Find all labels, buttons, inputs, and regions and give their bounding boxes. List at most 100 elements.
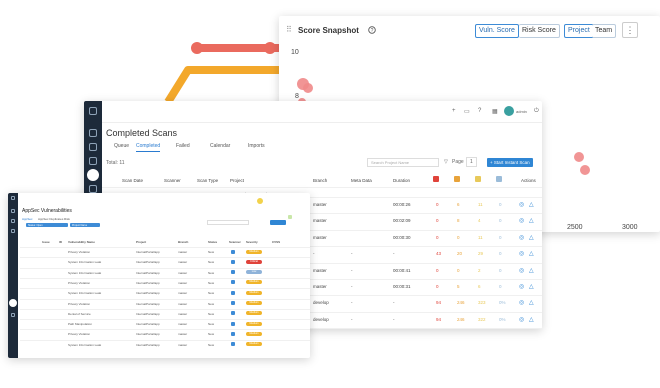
- tab-queue[interactable]: Queue: [114, 143, 129, 149]
- sidebar-icon[interactable]: [11, 229, 15, 233]
- column-header[interactable]: Scanner: [229, 240, 241, 244]
- sidebar-icon[interactable]: [89, 129, 97, 137]
- help-circle-icon[interactable]: ?: [368, 26, 376, 34]
- avatar[interactable]: [257, 198, 263, 204]
- header-divider: [102, 187, 542, 188]
- vuln-name-cell[interactable]: System Information Leak: [68, 260, 101, 264]
- column-header[interactable]: ID: [59, 240, 62, 244]
- vuln-name-cell[interactable]: Privacy Violation: [68, 332, 90, 336]
- column-header[interactable]: Issue: [42, 240, 50, 244]
- view-report-icon[interactable]: ◎: [519, 316, 524, 323]
- warning-icon[interactable]: △: [529, 217, 534, 224]
- view-report-icon[interactable]: ◎: [519, 234, 524, 241]
- warning-icon[interactable]: △: [529, 201, 534, 208]
- page-select[interactable]: 1: [466, 157, 477, 167]
- scanner-icon: [231, 290, 235, 295]
- column-header[interactable]: Status: [208, 240, 217, 244]
- view-report-icon[interactable]: ◎: [519, 283, 524, 290]
- tab-appsec[interactable]: AppSec: [22, 217, 33, 221]
- sidebar-icon-active[interactable]: [87, 169, 99, 181]
- filter-chip[interactable]: Project Name: [70, 223, 100, 227]
- start-instant-scan-button[interactable]: + Start Instant Scan: [487, 158, 533, 167]
- tab-risk[interactable]: Risk: [64, 217, 70, 221]
- column-header[interactable]: CVSS: [272, 240, 280, 244]
- view-report-icon[interactable]: ◎: [519, 250, 524, 257]
- row-divider: [20, 247, 310, 248]
- sidebar-icon[interactable]: [89, 185, 97, 193]
- medium-count: 4: [478, 218, 481, 224]
- data-point: [580, 165, 590, 175]
- column-header[interactable]: Scanner: [164, 178, 181, 183]
- sidebar-icon[interactable]: [89, 157, 97, 165]
- sidebar-icon[interactable]: [11, 209, 15, 213]
- warning-icon[interactable]: △: [529, 267, 534, 274]
- column-header[interactable]: Severity: [246, 240, 258, 244]
- more-options-icon[interactable]: ⋮: [622, 22, 638, 38]
- medium-severity-icon: [475, 176, 481, 182]
- column-header[interactable]: Project: [136, 240, 146, 244]
- tab-imports[interactable]: Imports: [248, 143, 265, 149]
- critical-count: 0: [436, 218, 439, 224]
- tab-calendar[interactable]: Calendar: [210, 143, 230, 149]
- project-cell: InternalPortal/app: [136, 270, 160, 275]
- avatar[interactable]: [504, 106, 514, 116]
- toggle-icon[interactable]: [288, 215, 292, 219]
- critical-count: 94: [436, 300, 442, 306]
- view-report-icon[interactable]: ◎: [519, 267, 524, 274]
- severity-badge: Medium: [246, 280, 262, 285]
- vuln-name-cell[interactable]: Privacy Violation: [68, 250, 90, 254]
- svg-text:?: ?: [371, 28, 374, 34]
- scanner-icon: [231, 249, 235, 254]
- warning-icon[interactable]: △: [529, 250, 534, 257]
- low-count: 0: [499, 218, 502, 224]
- primary-button[interactable]: [270, 220, 286, 225]
- view-report-icon[interactable]: ◎: [519, 299, 524, 306]
- x-tick-label: 2500: [567, 224, 583, 231]
- search-input[interactable]: Search Project Name: [367, 158, 439, 167]
- calendar-icon[interactable]: ▭: [464, 108, 470, 115]
- vuln-name-cell[interactable]: Path Manipulation: [68, 322, 92, 326]
- column-header[interactable]: Project: [230, 178, 244, 183]
- column-header[interactable]: Scan Date: [122, 178, 143, 183]
- drag-handle-icon[interactable]: ⠿: [286, 25, 292, 34]
- sidebar-icon[interactable]: [11, 313, 15, 317]
- column-header[interactable]: Scan Type: [197, 178, 218, 183]
- column-header[interactable]: Duration: [393, 178, 410, 183]
- vuln-name-cell[interactable]: System Information Leak: [68, 271, 101, 275]
- filter-icon[interactable]: ▽: [444, 159, 448, 165]
- notes-icon[interactable]: ▦: [492, 108, 498, 115]
- column-header[interactable]: Branch: [178, 240, 188, 244]
- medium-count: 11: [478, 202, 483, 207]
- tab-appsec-duplicates[interactable]: AppSec Duplicates: [38, 217, 63, 221]
- view-report-icon[interactable]: ◎: [519, 201, 524, 208]
- vuln-name-cell[interactable]: System Information Leak: [68, 343, 101, 347]
- vuln-name-cell[interactable]: Privacy Violation: [68, 281, 90, 285]
- filter-chip[interactable]: Status: Open: [26, 223, 68, 227]
- vuln-name-cell[interactable]: Privacy Violation: [68, 302, 90, 306]
- sidebar-icon[interactable]: [89, 143, 97, 151]
- risk-score-toggle[interactable]: Risk Score: [519, 24, 560, 38]
- warning-icon[interactable]: △: [529, 234, 534, 241]
- tab-failed[interactable]: Failed: [176, 143, 190, 149]
- vuln-name-cell[interactable]: Denial of Service: [68, 312, 91, 316]
- warning-icon[interactable]: △: [529, 316, 534, 323]
- add-icon[interactable]: +: [452, 108, 456, 114]
- logout-icon[interactable]: ⏻: [534, 108, 539, 115]
- user-name[interactable]: admin: [516, 109, 527, 114]
- team-toggle[interactable]: Team: [592, 24, 617, 38]
- column-header[interactable]: Meta Data: [351, 178, 372, 183]
- column-header[interactable]: Branch: [313, 178, 327, 183]
- sidebar-icon-active[interactable]: [9, 299, 17, 307]
- warning-icon[interactable]: △: [529, 283, 534, 290]
- tab-completed[interactable]: Completed: [136, 143, 161, 152]
- warning-icon[interactable]: △: [529, 299, 534, 306]
- search-input[interactable]: [207, 220, 249, 225]
- project-toggle[interactable]: Project: [564, 24, 594, 38]
- vuln-name-cell[interactable]: System Information Leak: [68, 291, 101, 295]
- view-report-icon[interactable]: ◎: [519, 217, 524, 224]
- sidebar-icon[interactable]: [11, 219, 15, 223]
- help-icon[interactable]: ?: [478, 108, 481, 114]
- vuln-score-toggle[interactable]: Vuln. Score: [475, 24, 519, 38]
- column-header[interactable]: Vulnerability Name: [68, 240, 95, 244]
- branch-cell: master: [178, 270, 188, 275]
